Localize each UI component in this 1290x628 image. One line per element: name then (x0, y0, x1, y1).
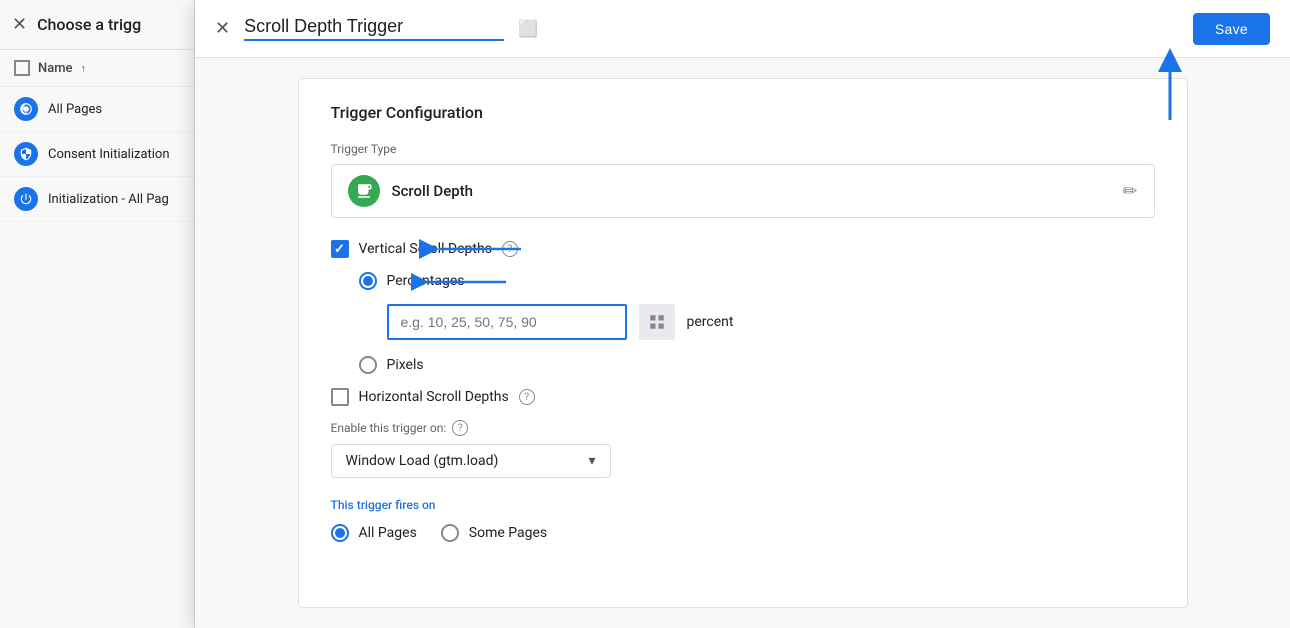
all-pages-label: All Pages (48, 102, 102, 117)
percentages-radio[interactable] (359, 272, 377, 290)
some-pages-radio-row: Some Pages (441, 524, 547, 542)
vertical-scroll-label: Vertical Scroll Depths (359, 241, 492, 257)
modal-body: Trigger Configuration Trigger Type Scrol… (195, 58, 1290, 628)
some-pages-radio[interactable] (441, 524, 459, 542)
trigger-type-label: Trigger Type (331, 142, 1155, 156)
scroll-depth-type-icon (348, 175, 380, 207)
percentages-label: Percentages (387, 273, 465, 289)
left-panel-header: ✕ Choose a trigg (0, 0, 194, 50)
edit-trigger-type-icon[interactable]: ✏ (1122, 181, 1137, 202)
left-panel-title: Choose a trigg (37, 15, 141, 34)
horizontal-scroll-checkbox[interactable] (331, 388, 349, 406)
section-title: Trigger Configuration (331, 103, 1155, 122)
percent-input[interactable] (387, 304, 627, 340)
trigger-type-box: Scroll Depth ✏ (331, 164, 1155, 218)
list-item-init[interactable]: Initialization - All Pag (0, 177, 194, 222)
window-maximize-icon[interactable]: ⬜ (518, 19, 538, 38)
dropdown-arrow-icon: ▾ (588, 453, 595, 469)
vertical-scroll-checkbox[interactable]: ✓ (331, 240, 349, 258)
trigger-name-input[interactable] (244, 16, 504, 41)
modal: ✕ ⬜ Save Trigger Configuration Trigger T… (195, 0, 1290, 628)
pixels-label: Pixels (387, 357, 424, 373)
modal-header: ✕ ⬜ Save (195, 0, 1290, 58)
pixels-radio-row: Pixels (359, 356, 1155, 374)
percentages-radio-row: Percentages (359, 272, 1155, 290)
trigger-type-name: Scroll Depth (392, 182, 1111, 200)
percent-suffix-label: percent (687, 314, 734, 330)
sort-icon[interactable]: ↑ (81, 62, 87, 75)
name-column-label: Name (38, 61, 73, 76)
init-label: Initialization - All Pag (48, 192, 169, 207)
vertical-scroll-row: ✓ Vertical Scroll Depths ? (331, 240, 1155, 258)
list-item-all-pages[interactable]: All Pages (0, 87, 194, 132)
vertical-scroll-help-icon[interactable]: ? (502, 241, 518, 257)
variable-picker-button[interactable] (639, 304, 675, 340)
some-pages-fires-on-label: Some Pages (469, 525, 547, 541)
consent-icon (14, 142, 38, 166)
all-pages-radio-row: All Pages (331, 524, 417, 542)
horizontal-scroll-label: Horizontal Scroll Depths (359, 389, 509, 405)
percent-input-row: percent (387, 304, 1155, 340)
dropdown-value: Window Load (gtm.load) (346, 453, 589, 469)
all-pages-radio[interactable] (331, 524, 349, 542)
close-left-panel-icon[interactable]: ✕ (12, 14, 27, 35)
init-icon (14, 187, 38, 211)
header-checkbox[interactable] (14, 60, 30, 76)
fires-on-row: All Pages Some Pages (331, 524, 1155, 542)
enable-trigger-label: Enable this trigger on: ? (331, 420, 1155, 436)
pixels-radio[interactable] (359, 356, 377, 374)
horizontal-scroll-row: Horizontal Scroll Depths ? (331, 388, 1155, 406)
horizontal-scroll-help-icon[interactable]: ? (519, 389, 535, 405)
save-button[interactable]: Save (1193, 13, 1270, 45)
config-card: Trigger Configuration Trigger Type Scrol… (298, 78, 1188, 608)
modal-close-icon[interactable]: ✕ (215, 18, 230, 39)
list-item-consent[interactable]: Consent Initialization (0, 132, 194, 177)
consent-label: Consent Initialization (48, 147, 170, 162)
enable-trigger-help-icon[interactable]: ? (452, 420, 468, 436)
left-panel: ✕ Choose a trigg Name ↑ All Pages Consen… (0, 0, 195, 628)
list-column-header: Name ↑ (0, 50, 194, 87)
all-pages-icon (14, 97, 38, 121)
all-pages-fires-on-label: All Pages (359, 525, 417, 541)
fires-on-label: This trigger fires on (331, 498, 1155, 512)
window-load-dropdown[interactable]: Window Load (gtm.load) ▾ (331, 444, 611, 478)
